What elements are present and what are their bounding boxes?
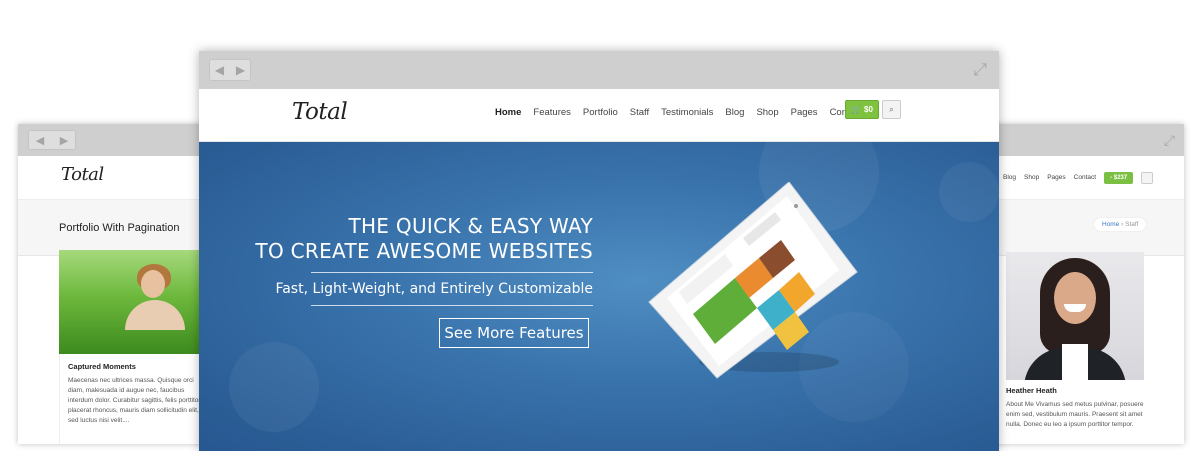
portfolio-image[interactable] [59,250,218,354]
forward-arrow-icon[interactable]: ▶ [52,130,76,150]
left-window-page-title: Portfolio With Pagination [18,200,218,256]
nav-item-blog[interactable]: Blog [725,106,744,120]
site-logo[interactable]: Total [292,99,348,125]
back-arrow-icon[interactable]: ◀ [209,59,230,81]
nav-item-contact[interactable]: Contact [1074,174,1096,181]
staff-card: Heather Heath About Me Vivamus sed metus… [1006,386,1156,430]
left-window-logo[interactable]: Total [61,164,104,185]
cart-icon: ▫ [1110,174,1113,181]
right-window-title-bar: Home › Staff [980,200,1184,256]
breadcrumb-home[interactable]: Home [1102,221,1119,228]
staff-name: Heather Heath [1006,386,1057,395]
cart-label: $0 [864,105,873,114]
breadcrumb-current: Staff [1125,221,1139,228]
search-button[interactable] [1141,171,1154,184]
hero-divider-top [311,272,593,273]
nav-item-blog[interactable]: Blog [1003,174,1016,181]
left-preview-window: ◀ ▶ Total Portfolio With Pagination Capt… [18,124,218,444]
portfolio-card: Captured Moments Maecenas nec ultrices m… [59,354,218,444]
search-icon: ⌕ [889,104,894,114]
cart-button[interactable]: ▫ $237 [1104,171,1134,184]
nav-item-shop[interactable]: Shop [756,106,778,120]
staff-bio: About Me Vivamus sed metus pulvinar, pos… [1006,401,1144,428]
front-window-nav-buttons: ◀ ▶ [209,59,251,81]
back-arrow-icon[interactable]: ◀ [28,130,52,150]
left-window-nav-buttons: ◀ ▶ [28,130,76,150]
hero-headline-line2: TO CREATE AWESOME WEBSITES [255,239,593,263]
right-window-chrome: ⤢ [980,124,1184,156]
nav-item-pages[interactable]: Pages [1047,174,1065,181]
nav-item-portfolio[interactable]: Portfolio [583,106,618,120]
cart-button[interactable]: 🛒 $0 [845,100,879,119]
nav-item-testimonials[interactable]: Testimonials [661,106,713,120]
forward-arrow-icon[interactable]: ▶ [230,59,251,81]
expand-icon[interactable]: ⤢ [1164,132,1175,149]
breadcrumb: Home › Staff [1094,218,1147,231]
portfolio-card-title[interactable]: Captured Moments [68,362,210,371]
left-window-chrome: ◀ ▶ [18,124,218,156]
nav-item-shop[interactable]: Shop [1024,174,1039,181]
hero-section: THE QUICK & EASY WAY TO CREATE AWESOME W… [199,142,999,451]
nav-item-staff[interactable]: Staff [630,106,649,120]
nav-item-features[interactable]: Features [533,106,571,120]
hero-divider-bottom [311,305,593,306]
expand-icon[interactable]: ⤢ [973,60,987,80]
breadcrumb-separator: › [1121,221,1124,228]
left-window-header: Total [18,156,218,200]
cart-label: $237 [1113,174,1128,181]
site-header: Total Home Features Portfolio Staff Test… [199,89,999,142]
right-preview-window: ⤢ Blog Shop Pages Contact ▫ $237 Home › … [980,124,1184,444]
tablet-illustration [648,182,858,379]
see-more-features-button[interactable]: See More Features [439,318,589,348]
nav-item-pages[interactable]: Pages [791,106,818,120]
front-window-chrome: ◀ ▶ ⤢ [199,51,999,89]
main-nav: Home Features Portfolio Staff Testimonia… [495,106,874,120]
hero-headline-line1: THE QUICK & EASY WAY [348,214,593,238]
hero-subheadline: Fast, Light-Weight, and Entirely Customi… [275,281,593,297]
right-window-nav: Blog Shop Pages Contact ▫ $237 [980,156,1184,200]
staff-photo [1006,252,1144,380]
search-button[interactable]: ⌕ [882,100,901,119]
front-preview-window: ◀ ▶ ⤢ Total Home Features Portfolio Staf… [199,51,999,451]
nav-item-home[interactable]: Home [495,106,521,120]
cart-icon: 🛒 [851,105,862,114]
portfolio-card-text: Maecenas nec ultrices massa. Quisque orc… [68,377,201,424]
